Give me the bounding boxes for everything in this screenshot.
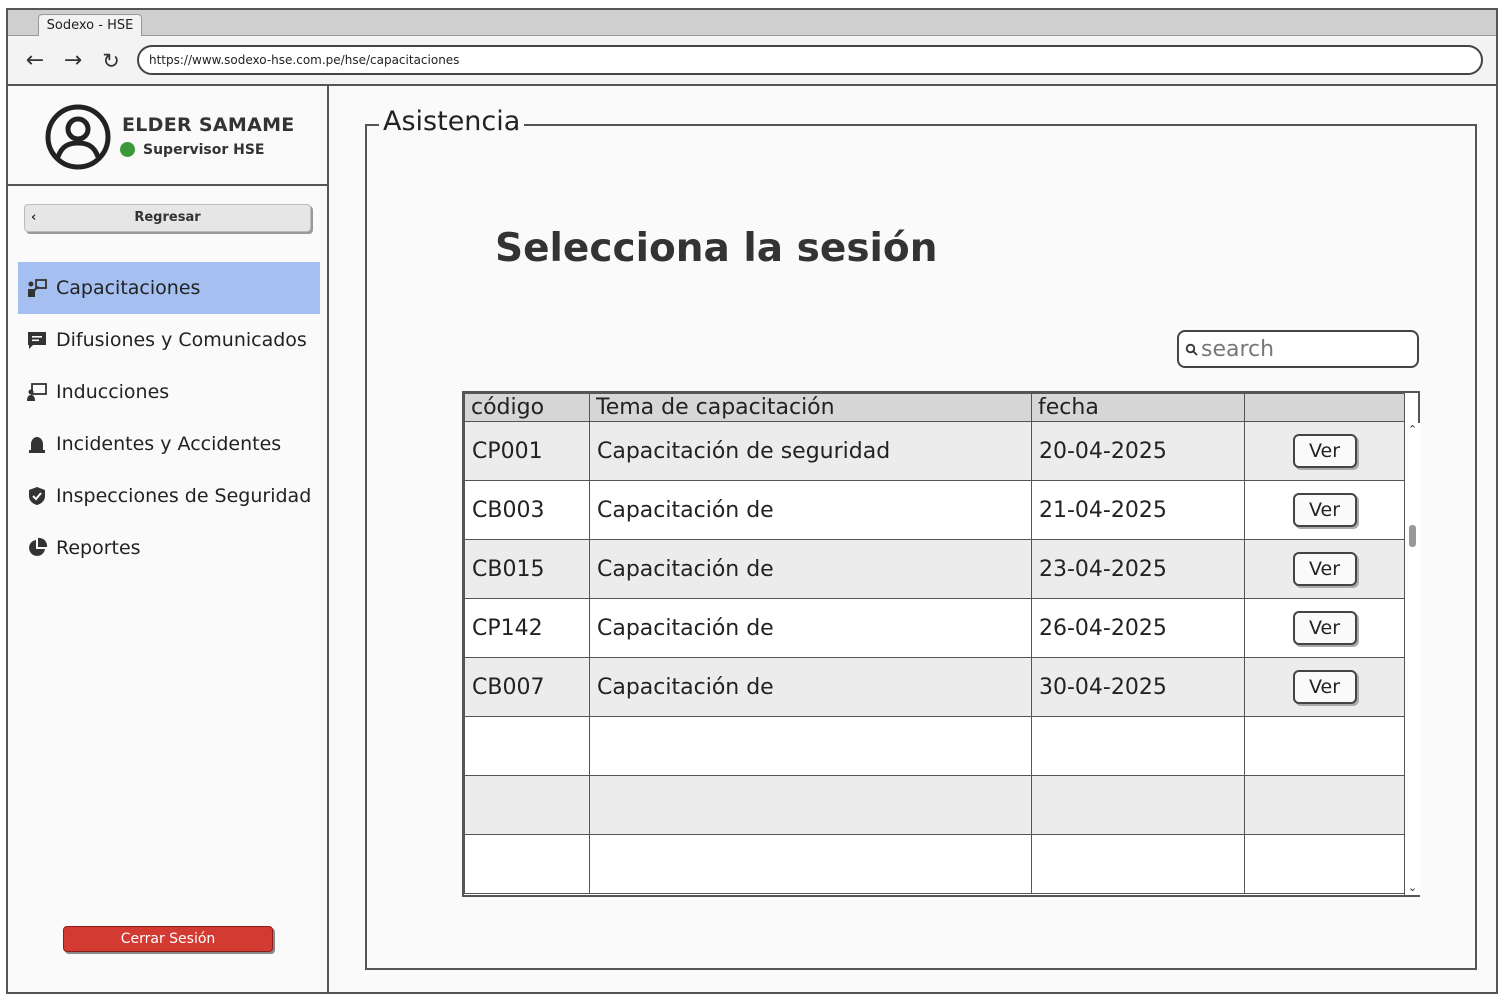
sidebar-item-label: Reportes [56,537,141,559]
cell-codigo: CB007 [464,657,590,717]
back-arrow-icon[interactable]: ← [22,48,48,74]
table-row-empty [464,775,1405,835]
cell-fecha: 30-04-2025 [1031,657,1245,717]
table-row: CP142 Capacitación de 26-04-2025 Ver [464,598,1405,658]
sidebar-item-label: Difusiones y Comunicados [56,329,307,351]
sessions-table: código Tema de capacitación fecha CP001 … [462,391,1420,897]
forward-arrow-icon[interactable]: → [60,48,86,74]
search-box [1177,330,1419,368]
ver-button[interactable]: Ver [1292,611,1357,645]
cell-fecha: 21-04-2025 [1031,480,1245,540]
back-button[interactable]: ‹ Regresar [24,204,311,232]
ver-button[interactable]: Ver [1292,552,1357,586]
search-input[interactable] [1201,333,1413,365]
user-profile: ELDER SAMAME Supervisor HSE [8,86,327,186]
pie-chart-icon [26,537,48,559]
column-header-fecha[interactable]: fecha [1031,393,1245,422]
table-scrollbar[interactable]: ⌃ ⌄ [1404,423,1420,895]
table-row: CB015 Capacitación de 23-04-2025 Ver [464,539,1405,599]
cell-codigo: CB015 [464,539,590,599]
sidebar-menu: Capacitaciones Difusiones y Comunicados … [18,262,320,574]
cell-action: Ver [1244,421,1405,481]
cell-action: Ver [1244,657,1405,717]
cell-empty [1244,775,1405,835]
status-indicator [120,142,135,157]
table-row: CP001 Capacitación de seguridad 20-04-20… [464,421,1405,481]
sidebar-item-label: Incidentes y Accidentes [56,433,282,455]
back-button-label: Regresar [134,210,201,225]
ver-button[interactable]: Ver [1292,670,1357,704]
ver-button[interactable]: Ver [1292,434,1357,468]
cell-tema: Capacitación de [589,657,1032,717]
logout-button[interactable]: Cerrar Sesión [63,926,273,952]
cell-empty [589,775,1032,835]
cell-empty [589,834,1032,894]
shield-check-icon [26,485,48,507]
table-row: CB007 Capacitación de 30-04-2025 Ver [464,657,1405,717]
cell-fecha: 20-04-2025 [1031,421,1245,481]
user-avatar-icon [45,104,111,170]
column-header-codigo[interactable]: código [464,393,590,422]
table-row-empty [464,834,1405,894]
cell-empty [1031,834,1245,894]
browser-tab[interactable]: Sodexo - HSE [38,14,142,38]
alarm-icon [26,433,48,455]
cell-tema: Capacitación de [589,480,1032,540]
sidebar: ELDER SAMAME Supervisor HSE ‹ Regresar C… [8,86,329,992]
chevron-left-icon: ‹ [31,210,37,225]
user-role: Supervisor HSE [143,142,265,158]
cell-tema: Capacitación de [589,598,1032,658]
cell-empty [1031,775,1245,835]
section-label: Asistencia [379,106,525,137]
training-icon [26,277,48,299]
search-icon [1185,343,1198,356]
scroll-thumb[interactable] [1409,525,1416,547]
cell-empty [1244,834,1405,894]
sidebar-item-reportes[interactable]: Reportes [18,522,320,574]
cell-action: Ver [1244,598,1405,658]
cell-action: Ver [1244,480,1405,540]
cell-tema: Capacitación de [589,539,1032,599]
sidebar-item-inspecciones[interactable]: Inspecciones de Seguridad [18,470,320,522]
sidebar-item-label: Inspecciones de Seguridad [56,485,312,507]
main-content: Asistencia Selecciona la sesión código T… [329,86,1498,992]
cell-empty [464,716,590,776]
cell-empty [1031,716,1245,776]
cell-fecha: 26-04-2025 [1031,598,1245,658]
sidebar-item-incidentes[interactable]: Incidentes y Accidentes [18,418,320,470]
cell-codigo: CP142 [464,598,590,658]
page-title: Selecciona la sesión [495,226,938,271]
tab-bar: Sodexo - HSE [8,10,1496,38]
scroll-down-icon[interactable]: ⌄ [1405,881,1420,895]
browser-nav-bar: ← → ↻ https://www.sodexo-hse.com.pe/hse/… [8,36,1496,86]
column-header-tema[interactable]: Tema de capacitación [589,393,1032,422]
address-bar[interactable]: https://www.sodexo-hse.com.pe/hse/capaci… [137,45,1483,75]
cell-action: Ver [1244,539,1405,599]
cell-empty [464,775,590,835]
reload-icon[interactable]: ↻ [98,48,124,74]
cell-empty [464,834,590,894]
cell-tema: Capacitación de seguridad [589,421,1032,481]
cell-empty [1244,716,1405,776]
table-header-row: código Tema de capacitación fecha [464,393,1405,422]
sidebar-item-capacitaciones[interactable]: Capacitaciones [18,262,320,314]
presentation-icon [26,381,48,403]
cell-empty [589,716,1032,776]
sidebar-item-label: Inducciones [56,381,170,403]
message-icon [26,329,48,351]
scroll-up-icon[interactable]: ⌃ [1405,423,1420,437]
ver-button[interactable]: Ver [1292,493,1357,527]
sidebar-item-difusiones[interactable]: Difusiones y Comunicados [18,314,320,366]
table-row: CB003 Capacitación de 21-04-2025 Ver [464,480,1405,540]
column-header-action [1244,393,1405,422]
sidebar-item-inducciones[interactable]: Inducciones [18,366,320,418]
user-name: ELDER SAMAME [122,114,295,136]
cell-codigo: CP001 [464,421,590,481]
sidebar-item-label: Capacitaciones [56,277,201,299]
cell-fecha: 23-04-2025 [1031,539,1245,599]
browser-window: Sodexo - HSE ← → ↻ https://www.sodexo-hs… [6,8,1498,994]
table-row-empty [464,716,1405,776]
cell-codigo: CB003 [464,480,590,540]
